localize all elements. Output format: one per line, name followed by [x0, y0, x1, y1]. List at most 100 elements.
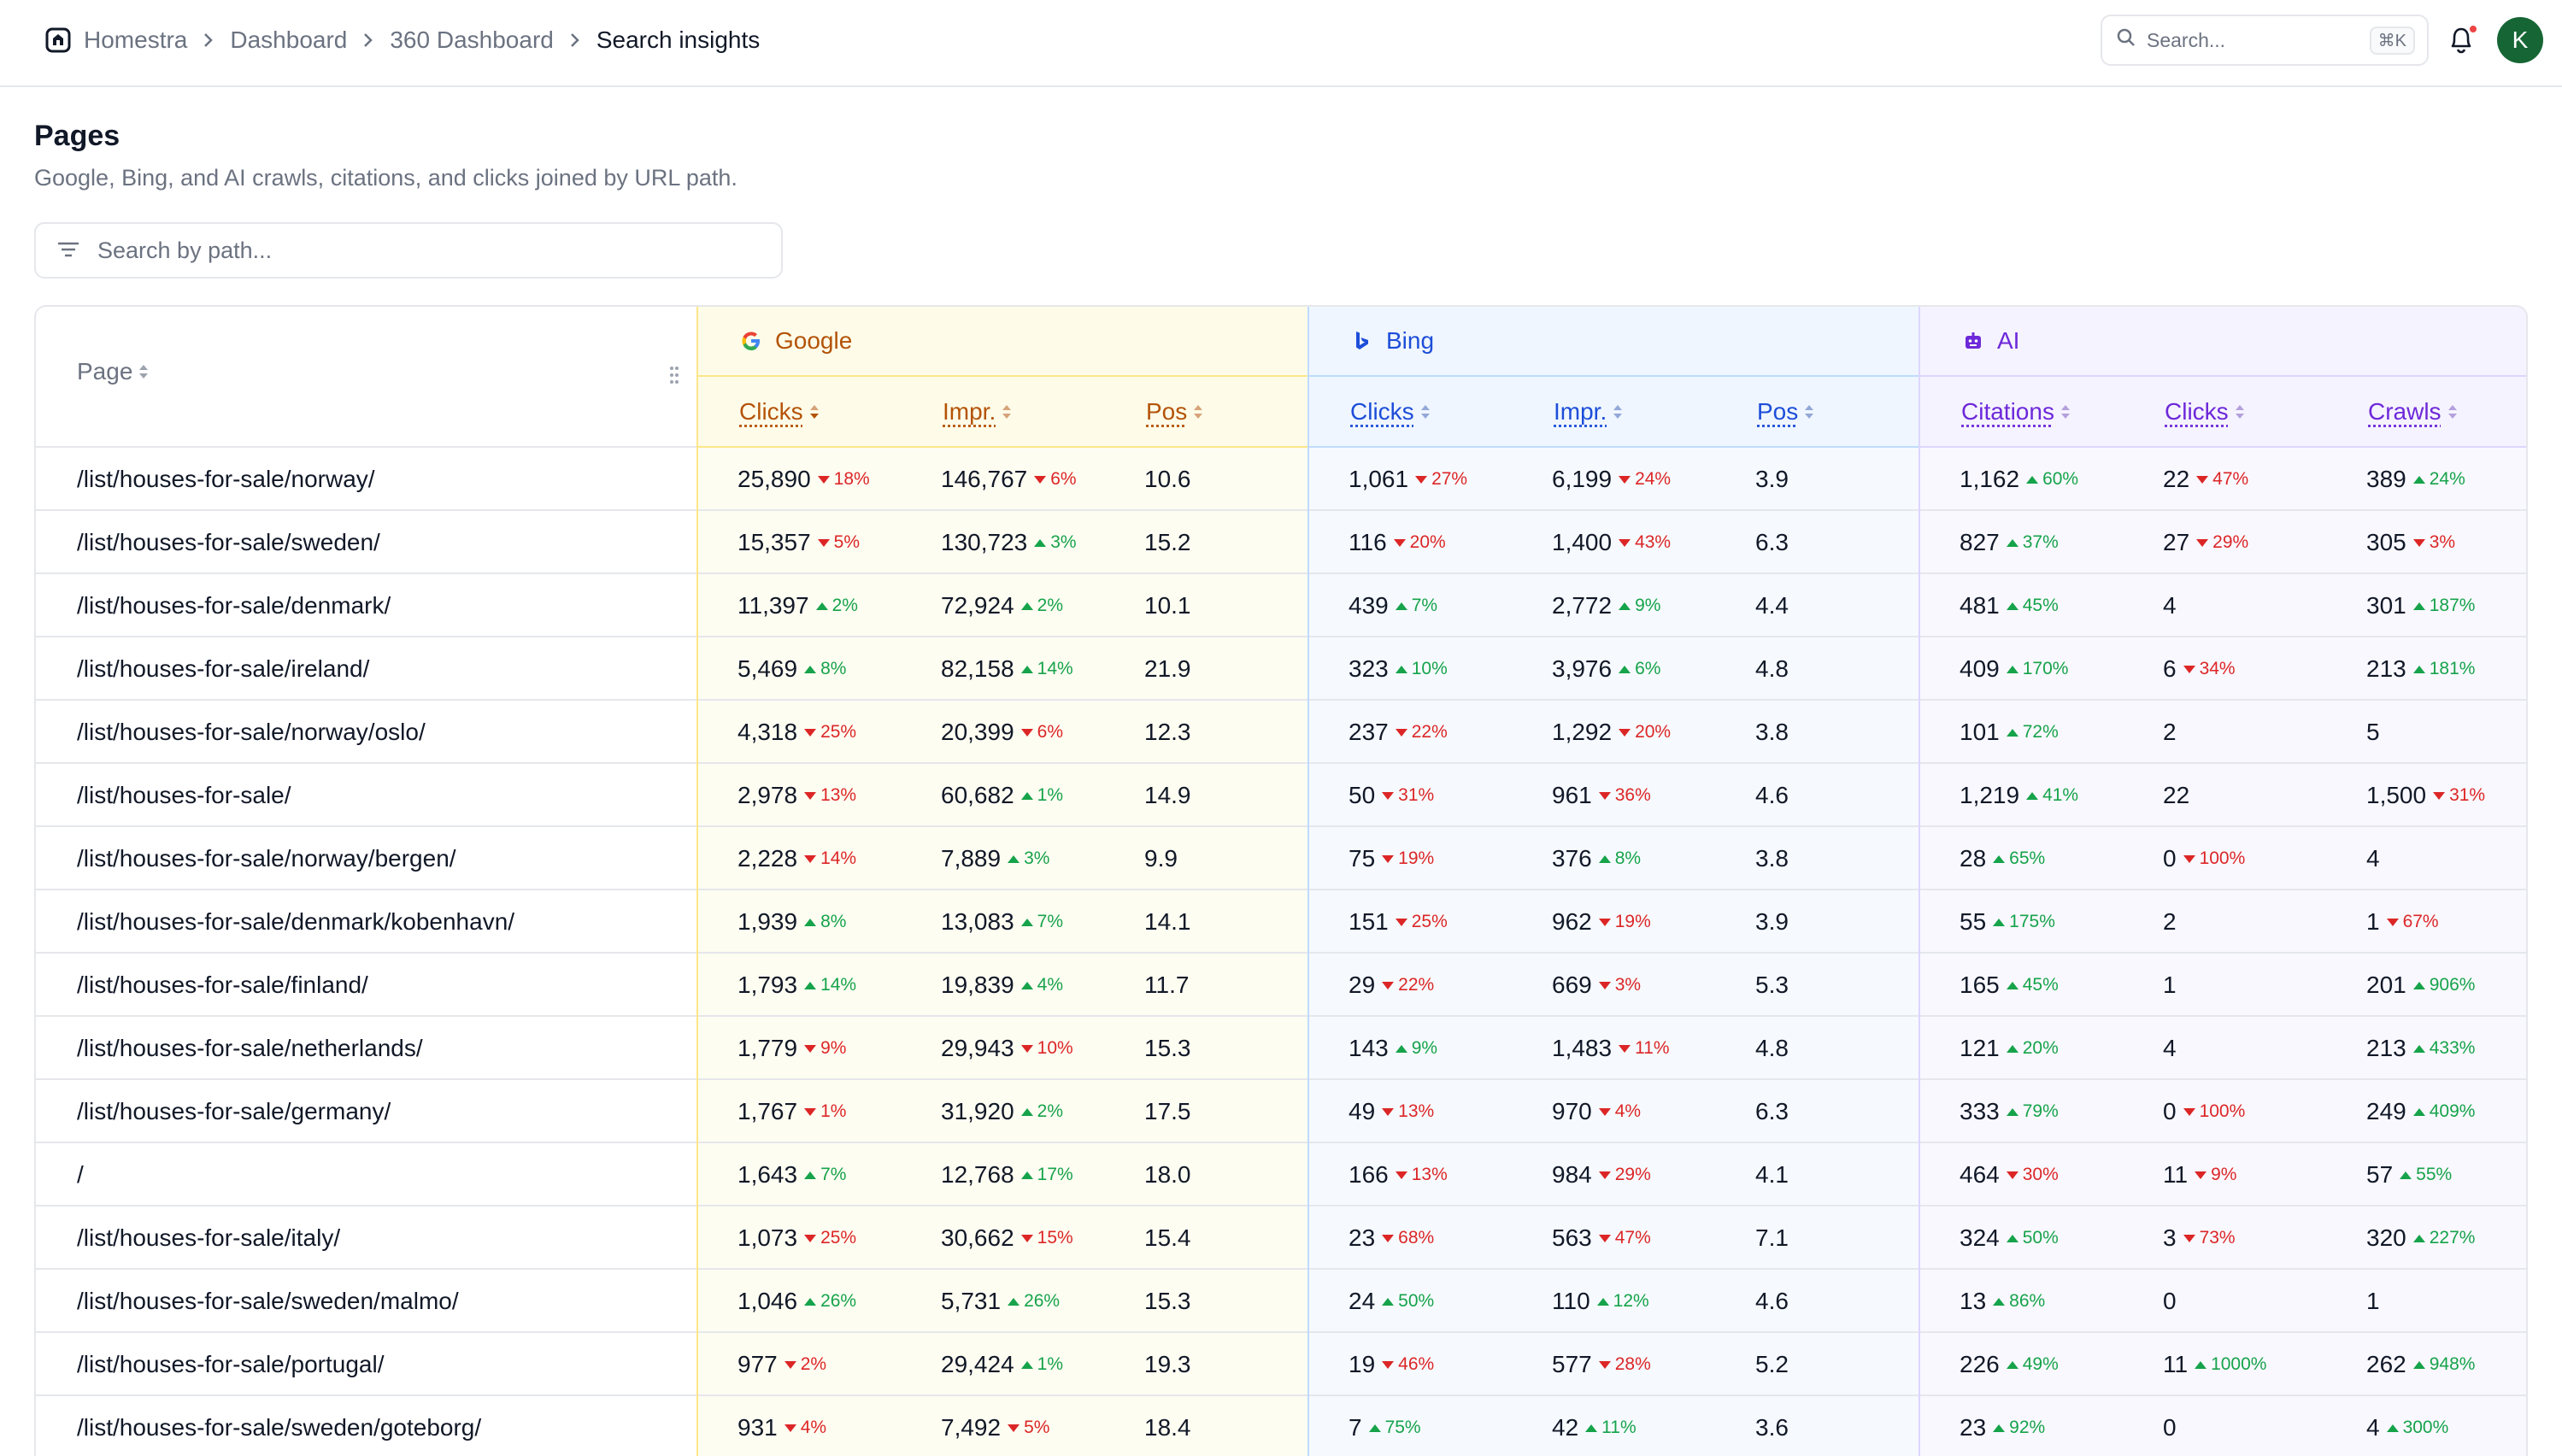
metric-value: 1 [2366, 908, 2380, 935]
table-row[interactable]: /list/houses-for-sale/ireland/5,469 8% 82,… [36, 637, 2526, 701]
table-row[interactable]: /list/houses-for-sale/sweden/malmo/1,046… [36, 1270, 2526, 1333]
trend-percent: 72% [2022, 722, 2059, 742]
metric-cell: 1,046 26% [737, 1270, 856, 1333]
trend-percent: 227% [2429, 1228, 2476, 1248]
metric-value: 409 [1960, 655, 2000, 682]
sort-page-header[interactable]: Page [77, 358, 150, 385]
metric-value: 72,924 [941, 592, 1014, 619]
table-row[interactable]: /list/houses-for-sale/norway/oslo/4,318 2… [36, 701, 2526, 764]
triangle-up-icon [1368, 1424, 1381, 1432]
metric-cell: 2,772 9% [1552, 574, 1660, 637]
trend-percent: 31% [2449, 785, 2486, 805]
table-row[interactable]: /list/houses-for-sale/italy/1,073 25% 30,6… [36, 1206, 2526, 1270]
page-path[interactable]: /list/houses-for-sale/denmark/kobenhavn/ [77, 890, 514, 954]
sort-icon [1612, 402, 1624, 421]
path-search-input[interactable]: Search by path... [34, 222, 783, 279]
triangle-up-icon [2412, 1234, 2425, 1242]
sort-ai-crawls[interactable]: Crawls [2368, 377, 2459, 447]
page-path[interactable]: / [77, 1143, 84, 1206]
page-path[interactable]: /list/houses-for-sale/netherlands/ [77, 1017, 423, 1080]
sort-bing-impr[interactable]: Impr. [1554, 377, 1624, 447]
page-path[interactable]: /list/houses-for-sale/norway/bergen/ [77, 827, 456, 890]
trend-percent: 20% [1635, 722, 1672, 742]
metric-value: 2 [2163, 908, 2177, 935]
trend-percent: 175% [2009, 912, 2055, 931]
triangle-up-icon [2006, 981, 2018, 989]
table-row[interactable]: /list/houses-for-sale/sweden/goteborg/93… [36, 1396, 2526, 1456]
sort-ai-citations[interactable]: Citations [1961, 377, 2071, 447]
trend-down-badge: 31% [1382, 785, 1434, 806]
triangle-up-icon [1020, 665, 1033, 673]
sort-google-impr[interactable]: Impr. [943, 377, 1013, 447]
trend-down-badge: 11% [1619, 1038, 1670, 1059]
metric-value: 165 [1960, 972, 2000, 998]
triangle-down-icon [1382, 1360, 1395, 1369]
metric-value: 50 [1349, 782, 1376, 808]
metric-cell: 55 175% [1960, 890, 2055, 954]
page-path[interactable]: /list/houses-for-sale/norway/oslo/ [77, 701, 426, 764]
table-row[interactable]: /list/houses-for-sale/denmark/kobenhavn/… [36, 890, 2526, 954]
page-path[interactable]: /list/houses-for-sale/sweden/ [77, 511, 380, 574]
global-search-input[interactable]: Search... ⌘K [2101, 15, 2429, 66]
metric-value: 4.1 [1755, 1161, 1789, 1188]
trend-percent: 12% [1613, 1291, 1649, 1311]
trend-down-badge: 13% [1395, 1165, 1448, 1185]
homestra-logo-icon[interactable] [44, 26, 72, 54]
page-path[interactable]: /list/houses-for-sale/ [77, 764, 291, 827]
metric-cell: 3,976 6% [1552, 637, 1660, 701]
breadcrumb-homestra[interactable]: Homestra [84, 26, 187, 54]
page-path[interactable]: /list/houses-for-sale/finland/ [77, 954, 368, 1017]
page-path[interactable]: /list/houses-for-sale/denmark/ [77, 574, 391, 637]
table-row[interactable]: /list/houses-for-sale/finland/1,793 14% 19… [36, 954, 2526, 1017]
metric-value: 827 [1960, 529, 2000, 555]
triangle-down-icon [1382, 1107, 1395, 1116]
metric-value: 12,768 [941, 1161, 1014, 1188]
notifications-bell-icon[interactable] [2447, 24, 2478, 58]
metric-cell: 4.6 [1755, 764, 1789, 827]
table-row[interactable]: /list/houses-for-sale/netherlands/1,779 9… [36, 1017, 2526, 1080]
sort-ai-clicks[interactable]: Clicks [2165, 377, 2246, 447]
metric-cell: 1,073 25% [737, 1206, 856, 1270]
user-avatar[interactable]: K [2497, 17, 2543, 63]
table-row[interactable]: / 1,643 7% 12,768 17% 18.0 166 13% 984 29% 4.1 464 3… [36, 1143, 2526, 1206]
table-row[interactable]: /list/houses-for-sale/norway/bergen/2,22… [36, 827, 2526, 890]
page-path[interactable]: /list/houses-for-sale/portugal/ [77, 1333, 385, 1396]
page-path[interactable]: /list/houses-for-sale/sweden/goteborg/ [77, 1396, 481, 1456]
metric-cell: 166 13% [1349, 1143, 1448, 1206]
sort-google-clicks[interactable]: Clicks [739, 377, 820, 447]
metric-value: 19 [1349, 1351, 1376, 1377]
page-path[interactable]: /list/houses-for-sale/germany/ [77, 1080, 391, 1143]
trend-percent: 1% [1037, 1354, 1063, 1374]
sort-bing-pos[interactable]: Pos [1757, 377, 1815, 447]
table-row[interactable]: /list/houses-for-sale/norway/25,890 18% 14… [36, 448, 2526, 511]
page-path[interactable]: /list/houses-for-sale/norway/ [77, 448, 375, 511]
breadcrumb-dashboard[interactable]: Dashboard [230, 26, 347, 54]
trend-percent: 25% [820, 722, 857, 742]
metric-cell: 237 22% [1349, 701, 1448, 764]
bing-group-header: Bing Clicks Impr. Pos [1307, 307, 1919, 448]
table-row[interactable]: /list/houses-for-sale/2,978 13% 60,682 1% 14… [36, 764, 2526, 827]
table-row[interactable]: /list/houses-for-sale/denmark/11,397 2% 72… [36, 574, 2526, 637]
column-resize-grip-icon[interactable] [668, 365, 680, 390]
metric-value: 101 [1960, 719, 2000, 745]
page-path[interactable]: /list/houses-for-sale/ireland/ [77, 637, 369, 701]
sort-google-pos[interactable]: Pos [1146, 377, 1204, 447]
page-path[interactable]: /list/houses-for-sale/sweden/malmo/ [77, 1270, 459, 1333]
table-row[interactable]: /list/houses-for-sale/sweden/15,357 5% 130… [36, 511, 2526, 574]
metric-value: 116 [1349, 529, 1387, 555]
table-row[interactable]: /list/houses-for-sale/germany/1,767 1% 31,… [36, 1080, 2526, 1143]
breadcrumb-360-dashboard[interactable]: 360 Dashboard [390, 26, 553, 54]
trend-up-badge: 2% [1020, 596, 1063, 616]
triangle-up-icon [2006, 728, 2018, 737]
sort-bing-clicks[interactable]: Clicks [1350, 377, 1431, 447]
triangle-down-icon [2183, 1107, 2195, 1116]
metric-cell: 7 75% [1349, 1396, 1421, 1456]
metric-value: 7 [1349, 1414, 1362, 1441]
trend-up-badge: 3% [1008, 848, 1049, 869]
trend-down-badge: 18% [817, 469, 870, 490]
page-path[interactable]: /list/houses-for-sale/italy/ [77, 1206, 340, 1270]
metric-value: 5,469 [737, 655, 798, 682]
triangle-down-icon [1382, 791, 1395, 800]
trend-up-badge: 187% [2412, 596, 2475, 616]
table-row[interactable]: /list/houses-for-sale/portugal/977 2% 29,4… [36, 1333, 2526, 1396]
